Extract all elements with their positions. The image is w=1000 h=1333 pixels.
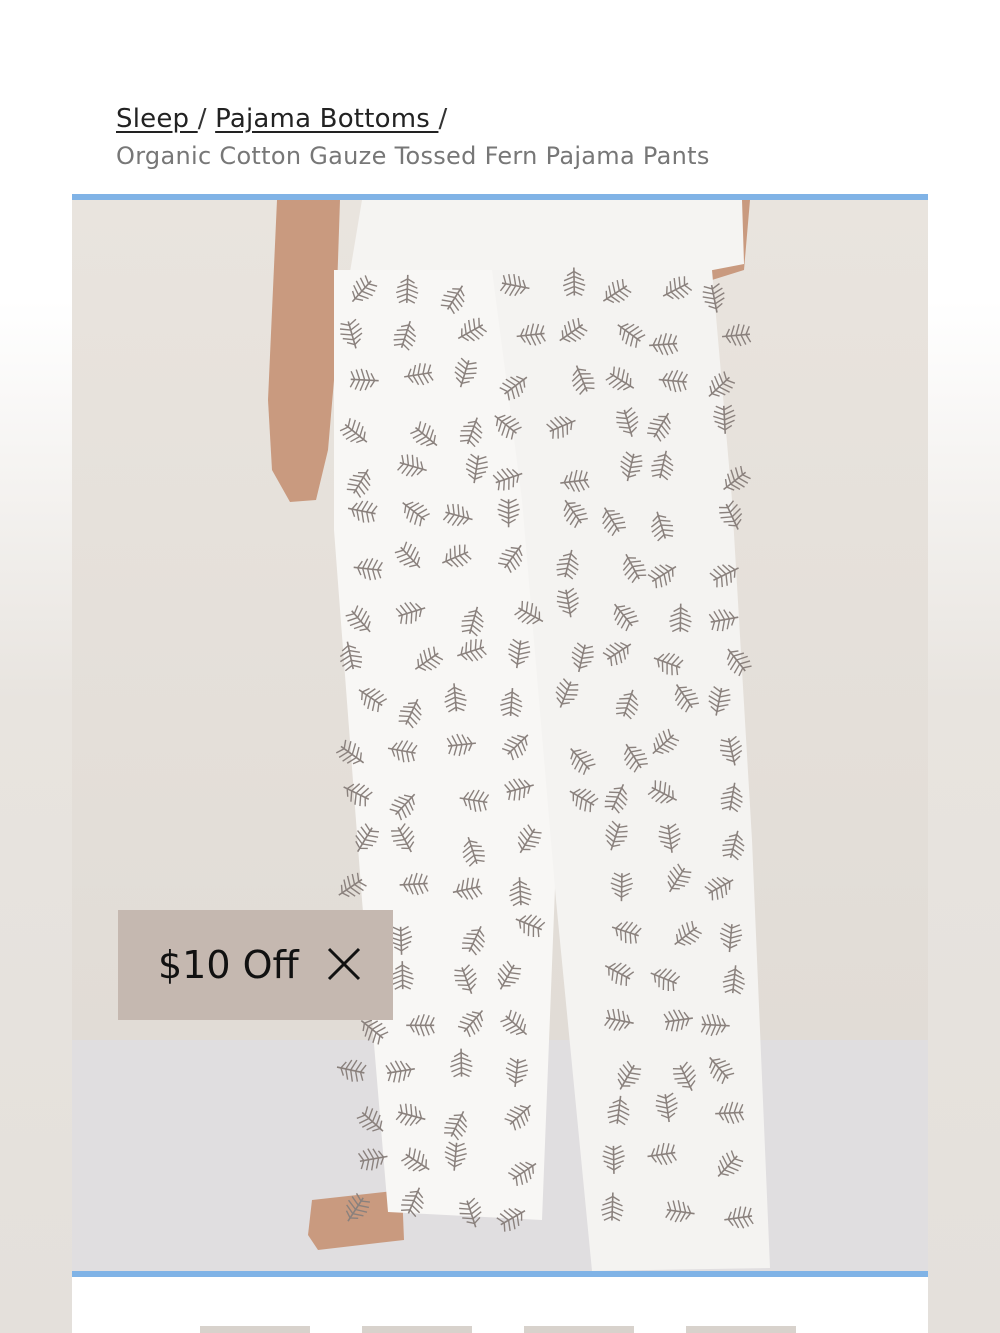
promo-label: $10 Off	[158, 943, 299, 987]
thumbnail[interactable]	[362, 1326, 472, 1333]
breadcrumb-separator: /	[438, 104, 448, 134]
breadcrumb-link-pajama-bottoms[interactable]: Pajama Bottoms	[215, 104, 438, 134]
breadcrumb-link-sleep[interactable]: Sleep	[116, 104, 198, 134]
breadcrumb-separator: /	[197, 104, 207, 134]
thumbnail[interactable]	[200, 1326, 310, 1333]
thumbnail[interactable]	[524, 1326, 634, 1333]
close-icon[interactable]	[326, 946, 362, 982]
breadcrumb: Sleep / Pajama Bottoms /	[116, 104, 447, 134]
thumbnail[interactable]	[686, 1326, 796, 1333]
product-photo	[72, 200, 928, 1271]
promo-badge[interactable]: $10 Off	[118, 910, 393, 1020]
thumbnail-strip	[200, 1326, 800, 1333]
product-title: Organic Cotton Gauze Tossed Fern Pajama …	[116, 142, 710, 170]
product-page: Sleep / Pajama Bottoms / Organic Cotton …	[72, 0, 928, 1333]
product-image[interactable]	[72, 194, 928, 1277]
